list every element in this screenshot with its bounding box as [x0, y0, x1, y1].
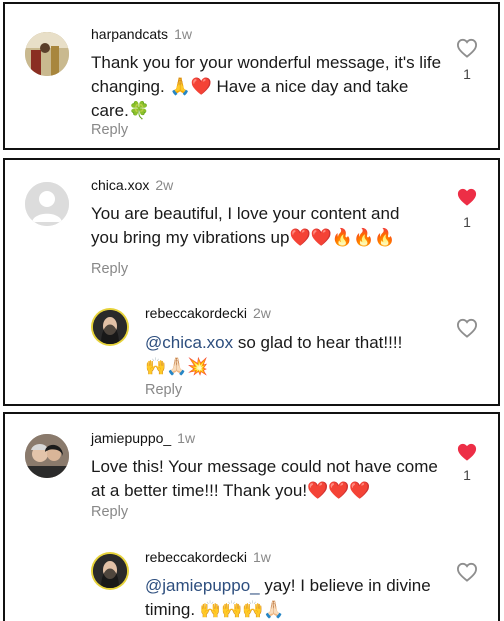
comment-username[interactable]: jamiepuppo_ 1w — [91, 430, 195, 446]
username-text[interactable]: rebeccakordecki — [145, 305, 247, 321]
avatar[interactable] — [93, 554, 127, 588]
avatar[interactable] — [93, 310, 127, 344]
like-count: 1 — [463, 214, 471, 230]
comment-panel-3: jamiepuppo_ 1w Love this! Your message co… — [3, 412, 500, 621]
comment-text-part: so glad to hear that!!!! — [233, 333, 403, 352]
reply-text: @jamiepuppo_ yay! I believe in divine ti… — [145, 574, 435, 621]
liked-heart-icon[interactable] — [456, 187, 478, 207]
avatar[interactable] — [25, 182, 69, 226]
reply-button[interactable]: Reply — [91, 261, 128, 277]
comment-username[interactable]: harpandcats 1w — [91, 26, 192, 42]
comment-panel-1: harpandcats 1w Thank you for your wonderf… — [3, 2, 500, 150]
avatar-photo-icon — [25, 434, 69, 478]
comment-text: You are beautiful, I love your content a… — [91, 202, 431, 250]
comment-text: Thank you for your wonderful message, it… — [91, 51, 443, 123]
comment-username[interactable]: chica.xox 2w — [91, 177, 173, 193]
like-heart-icon[interactable] — [456, 318, 478, 338]
emoji: 🙏❤️ — [169, 77, 212, 96]
mention-link[interactable]: @chica.xox — [145, 333, 233, 352]
comment-time: 1w — [252, 549, 271, 565]
avatar-photo-icon — [93, 554, 127, 588]
reply-button[interactable]: Reply — [145, 382, 182, 398]
like-heart-icon[interactable] — [456, 38, 478, 58]
avatar-photo-icon — [25, 32, 69, 76]
username-text[interactable]: chica.xox — [91, 177, 149, 193]
emoji: ❤️❤️❤️ — [307, 481, 371, 500]
like-heart-icon[interactable] — [456, 562, 478, 582]
emoji: 🍀 — [128, 101, 150, 120]
comment-text: Love this! Your message could not have c… — [91, 455, 443, 503]
emoji: 🙌🙏🏻💥 — [145, 357, 209, 376]
default-avatar-icon — [25, 182, 69, 226]
comment-panel-2: chica.xox 2w You are beautiful, I love yo… — [3, 158, 500, 406]
emoji: 🙌🙌🙌🙏🏻 — [199, 600, 285, 619]
username-text[interactable]: rebeccakordecki — [145, 549, 247, 565]
username-text[interactable]: harpandcats — [91, 26, 168, 42]
username-text[interactable]: jamiepuppo_ — [91, 430, 171, 446]
like-count: 1 — [463, 467, 471, 483]
reply-text: @chica.xox so glad to hear that!!!! 🙌🙏🏻💥 — [145, 331, 435, 379]
reply-button[interactable]: Reply — [91, 504, 128, 520]
avatar[interactable] — [25, 32, 69, 76]
like-count: 1 — [463, 66, 471, 82]
comment-text-part: Love this! Your message could not have c… — [91, 457, 438, 500]
reply-username[interactable]: rebeccakordecki 2w — [145, 305, 271, 321]
mention-link[interactable]: @jamiepuppo_ — [145, 576, 260, 595]
reply-button[interactable]: Reply — [91, 122, 128, 138]
comment-time: 2w — [155, 177, 174, 193]
reply-username[interactable]: rebeccakordecki 1w — [145, 549, 271, 565]
comment-time: 1w — [177, 430, 196, 446]
avatar-photo-icon — [93, 310, 127, 344]
comment-time: 1w — [174, 26, 192, 42]
comment-time: 2w — [252, 305, 271, 321]
liked-heart-icon[interactable] — [456, 442, 478, 462]
emoji: ❤️❤️🔥🔥🔥 — [289, 228, 396, 247]
avatar[interactable] — [25, 434, 69, 478]
